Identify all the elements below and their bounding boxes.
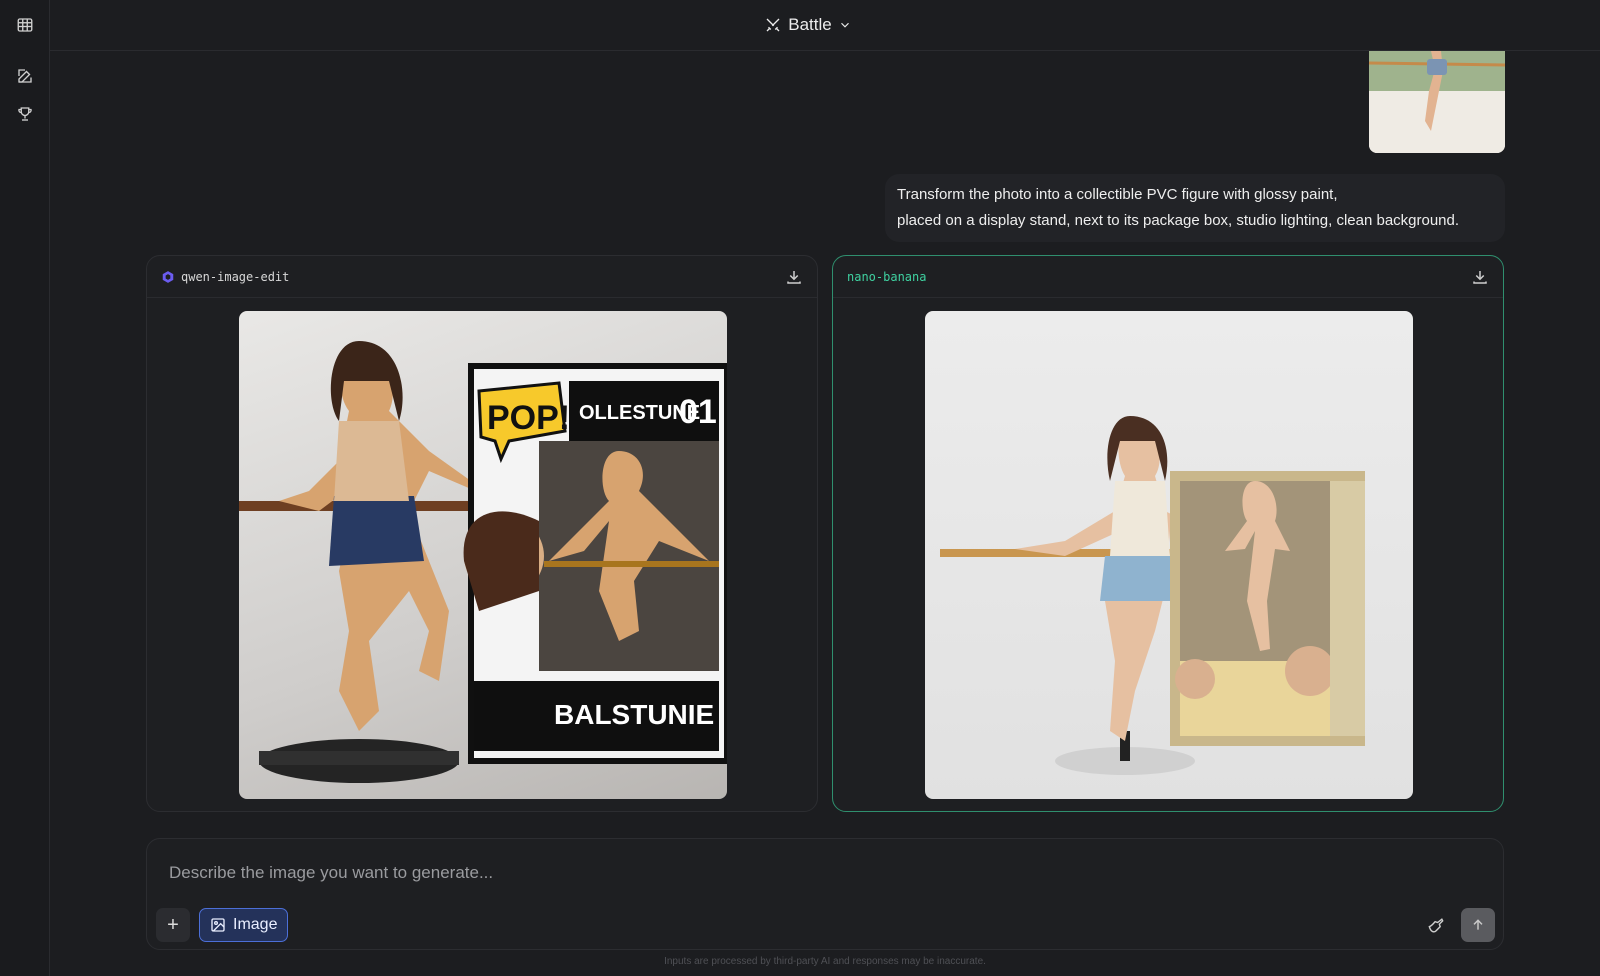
hand-icon[interactable]: [1423, 912, 1449, 938]
uploaded-image-thumbnail[interactable]: [1369, 51, 1505, 153]
image-mode-button[interactable]: Image: [199, 908, 289, 942]
new-chat-icon[interactable]: [13, 64, 37, 88]
add-button[interactable]: +: [156, 908, 190, 942]
plus-icon: +: [167, 913, 179, 936]
prompt-composer: + Image: [146, 838, 1504, 950]
qwen-logo-icon: [162, 270, 174, 283]
mode-selector[interactable]: Battle: [764, 15, 851, 35]
svg-text:BALSTUNIE: BALSTUNIE: [554, 699, 714, 730]
user-prompt-bubble: Transform the photo into a collectible P…: [885, 174, 1505, 242]
download-icon[interactable]: [1471, 268, 1489, 286]
svg-text:01: 01: [679, 393, 717, 431]
prompt-line-2: placed on a display stand, next to its p…: [897, 212, 1460, 229]
generated-image-nano-banana[interactable]: [925, 311, 1413, 799]
chevron-down-icon: [840, 22, 849, 28]
table-icon[interactable]: [13, 13, 37, 37]
prompt-input[interactable]: [169, 863, 1269, 883]
trophy-icon[interactable]: [13, 102, 37, 126]
top-bar: Battle: [50, 0, 1600, 51]
download-icon[interactable]: [785, 268, 803, 286]
model-label: nano-banana: [847, 270, 926, 284]
model-name-text: nano-banana: [847, 269, 927, 284]
arrow-up-icon: [1473, 919, 1483, 930]
generated-image-qwen[interactable]: OLLESTUNE 01 POP! BALSTUNIE: [239, 311, 727, 799]
model-label: qwen-image-edit: [161, 270, 289, 284]
result-panel-left: qwen-image-edit OLLESTUNE 01 POP! BALSTU…: [146, 255, 818, 812]
image-icon: [211, 918, 225, 932]
sidebar: [0, 0, 50, 976]
model-name-text: qwen-image-edit: [181, 269, 290, 284]
panel-header: qwen-image-edit: [147, 256, 817, 298]
send-button[interactable]: [1461, 908, 1495, 942]
disclaimer-text: Inputs are processed by third-party AI a…: [664, 956, 986, 967]
panel-header: nano-banana: [833, 256, 1503, 298]
svg-text:POP!: POP!: [487, 399, 570, 437]
swords-icon: [766, 18, 780, 32]
prompt-line-1: Transform the photo into a collectible P…: [897, 186, 1338, 203]
result-panel-right: nano-banana: [832, 255, 1504, 812]
image-button-label: Image: [233, 916, 278, 933]
mode-label: Battle: [788, 15, 832, 34]
